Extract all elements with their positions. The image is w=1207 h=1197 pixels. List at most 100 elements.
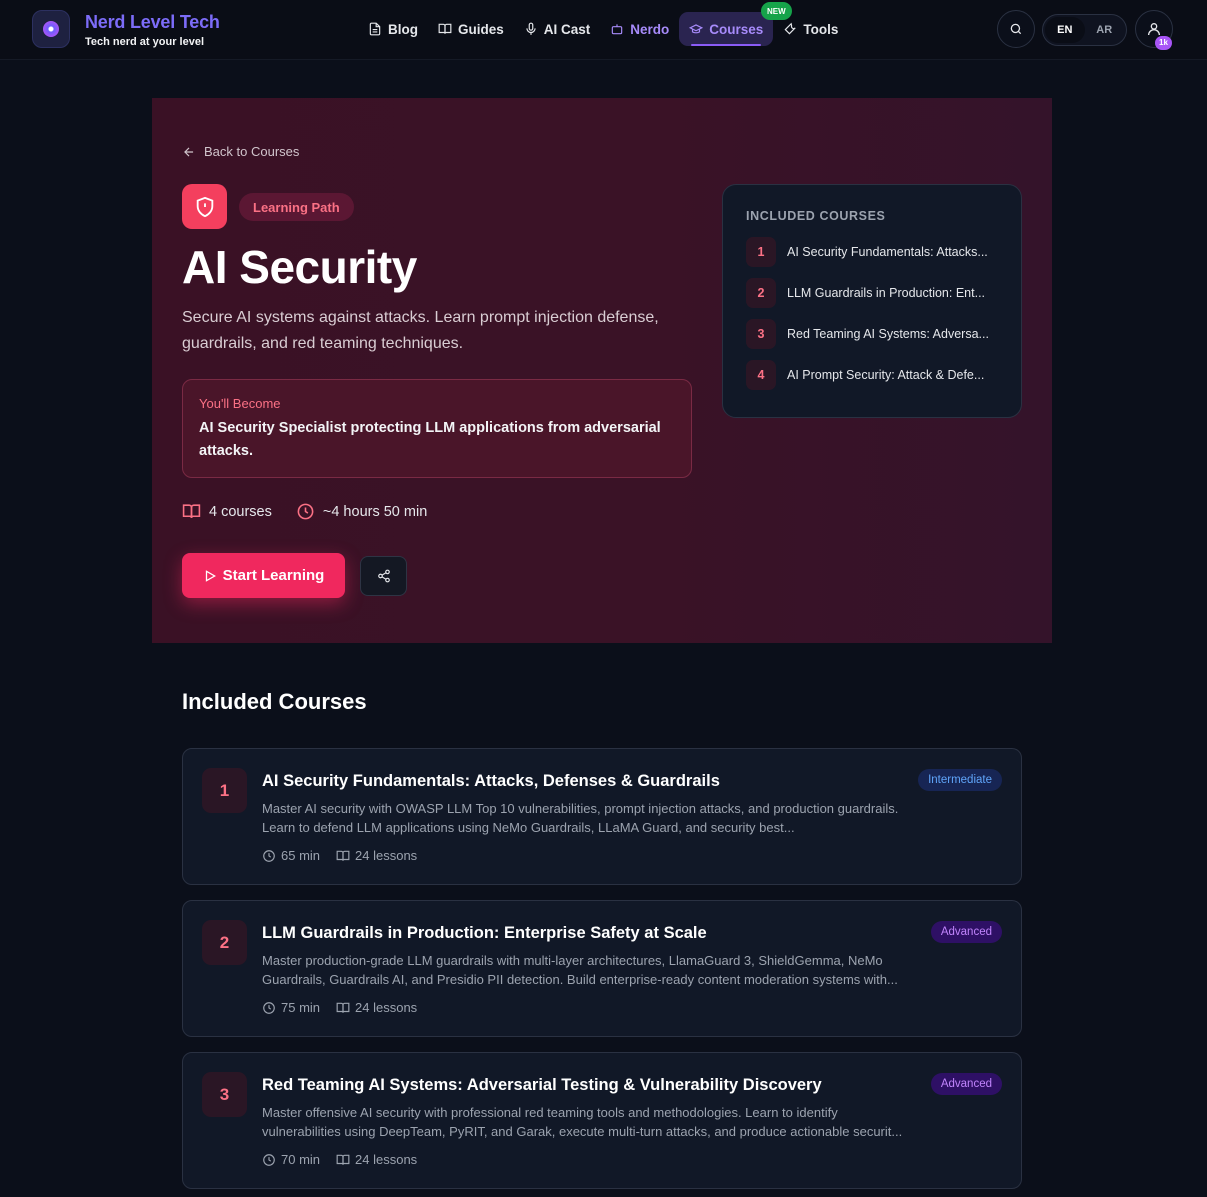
course-title[interactable]: Red Teaming AI Systems: Adversarial Test… xyxy=(262,1076,822,1095)
lang-ar-button[interactable]: AR xyxy=(1085,17,1125,43)
nav-item-guides[interactable]: Guides xyxy=(428,12,514,46)
nav-item-ai-cast[interactable]: AI Cast xyxy=(514,12,601,46)
document-icon xyxy=(369,22,381,36)
active-tab-indicator xyxy=(691,44,762,46)
graduation-cap-icon xyxy=(689,24,704,34)
level-badge: Advanced xyxy=(930,1073,1002,1095)
included-course-item[interactable]: 1 AI Security Fundamentals: Attacks... xyxy=(746,237,998,267)
course-count-text: 4 courses xyxy=(209,503,272,520)
course-number: 4 xyxy=(746,360,776,390)
course-name: AI Prompt Security: Attack & Defe... xyxy=(787,368,985,382)
course-number: 1 xyxy=(202,768,247,813)
book-icon xyxy=(336,1002,350,1013)
course-meta: 75 min 24 lessons xyxy=(262,1000,417,1015)
clock-icon xyxy=(297,503,314,520)
course-duration: 70 min xyxy=(262,1152,320,1167)
level-badge: Advanced xyxy=(930,921,1002,943)
course-card[interactable]: 2 LLM Guardrails in Production: Enterpri… xyxy=(182,900,1022,1037)
youll-become-text: AI Security Specialist protecting LLM ap… xyxy=(199,420,661,459)
search-icon xyxy=(1010,23,1022,35)
start-learning-label: Start Learning xyxy=(222,567,325,584)
share-button[interactable] xyxy=(360,556,407,596)
course-lessons: 24 lessons xyxy=(336,1000,417,1015)
book-icon xyxy=(438,23,452,34)
course-meta: 70 min 24 lessons xyxy=(262,1152,417,1167)
book-icon xyxy=(336,1154,350,1165)
course-count: 4 courses xyxy=(182,502,272,521)
robot-icon xyxy=(612,24,623,35)
course-card[interactable]: 1 AI Security Fundamentals: Attacks, Def… xyxy=(182,748,1022,885)
new-badge: NEW xyxy=(761,2,792,20)
duration-text: ~4 hours 50 min xyxy=(322,503,428,520)
section-title: Included Courses xyxy=(182,689,367,714)
nav-item-label: Guides xyxy=(458,21,504,37)
duration-text: 65 min xyxy=(281,848,321,863)
book-icon xyxy=(336,850,350,861)
included-course-item[interactable]: 4 AI Prompt Security: Attack & Defe... xyxy=(746,360,998,390)
nav-item-blog[interactable]: Blog xyxy=(358,12,428,46)
course-number: 2 xyxy=(746,278,776,308)
course-description: Master AI security with OWASP LLM Top 10… xyxy=(262,801,899,835)
course-name: Red Teaming AI Systems: Adversa... xyxy=(787,327,989,341)
course-number: 1 xyxy=(746,237,776,267)
course-name: LLM Guardrails in Production: Ent... xyxy=(787,286,986,300)
nav-item-label: Courses xyxy=(709,21,764,37)
book-icon xyxy=(182,504,201,518)
course-title[interactable]: AI Security Fundamentals: Attacks, Defen… xyxy=(262,772,720,791)
course-lessons: 24 lessons xyxy=(336,848,417,863)
included-course-item[interactable]: 2 LLM Guardrails in Production: Ent... xyxy=(746,278,998,308)
brand-subtitle: Tech nerd at your level xyxy=(85,36,205,48)
shield-icon xyxy=(182,184,227,229)
learning-path-badge: Learning Path xyxy=(239,193,354,221)
course-number: 3 xyxy=(746,319,776,349)
lang-en-button[interactable]: EN xyxy=(1045,17,1085,43)
total-duration: ~4 hours 50 min xyxy=(296,502,427,521)
course-title[interactable]: LLM Guardrails in Production: Enterprise… xyxy=(262,924,707,943)
nav-item-nerdo[interactable]: Nerdo xyxy=(600,12,679,46)
youll-become-box: You'll Become AI Security Specialist pro… xyxy=(182,379,692,478)
user-level-badge: 1k xyxy=(1155,36,1172,50)
course-meta: 65 min 24 lessons xyxy=(262,848,417,863)
included-course-item[interactable]: 3 Red Teaming AI Systems: Adversa... xyxy=(746,319,998,349)
start-learning-button[interactable]: Start Learning xyxy=(182,553,345,598)
duration-text: 70 min xyxy=(281,1152,321,1167)
course-card[interactable]: 3 Red Teaming AI Systems: Adversarial Te… xyxy=(182,1052,1022,1189)
included-courses-card-title: INCLUDED COURSES xyxy=(746,209,886,223)
course-duration: 75 min xyxy=(262,1000,320,1015)
course-number: 2 xyxy=(202,920,247,965)
clock-icon xyxy=(263,1001,275,1014)
lessons-text: 24 lessons xyxy=(355,848,418,863)
arrow-left-icon xyxy=(184,147,194,156)
clock-icon xyxy=(263,849,275,862)
microphone-icon xyxy=(526,22,536,35)
wrench-icon xyxy=(784,22,796,35)
play-icon xyxy=(205,569,216,582)
course-number: 3 xyxy=(202,1072,247,1117)
course-name: AI Security Fundamentals: Attacks... xyxy=(787,245,988,259)
youll-become-label: You'll Become xyxy=(199,396,281,411)
nav-item-label: Tools xyxy=(803,21,839,37)
back-to-courses-link[interactable]: Back to Courses xyxy=(182,144,299,159)
nav-item-label: Nerdo xyxy=(630,21,670,37)
user-icon xyxy=(1148,23,1160,36)
course-lessons: 24 lessons xyxy=(336,1152,417,1167)
duration-text: 75 min xyxy=(281,1000,321,1015)
lessons-text: 24 lessons xyxy=(355,1152,418,1167)
hero-description: Secure AI systems against attacks. Learn… xyxy=(182,309,659,352)
included-courses-card: INCLUDED COURSES 1 AI Security Fundament… xyxy=(722,184,1022,418)
language-switcher: EN AR xyxy=(1042,14,1127,46)
top-navigation-bar: Nerd Level Tech Tech nerd at your level … xyxy=(0,0,1207,60)
lessons-text: 24 lessons xyxy=(355,1000,418,1015)
nav-item-label: AI Cast xyxy=(543,21,591,37)
course-description: Master offensive AI security with profes… xyxy=(262,1105,903,1139)
hero-meta: 4 courses ~4 hours 50 min xyxy=(182,502,427,521)
search-button[interactable] xyxy=(997,10,1035,48)
brand-title[interactable]: Nerd Level Tech xyxy=(85,12,220,33)
share-icon xyxy=(377,569,390,583)
back-link-label: Back to Courses xyxy=(204,144,300,159)
page-title: AI Security xyxy=(182,241,417,293)
course-duration: 65 min xyxy=(262,848,320,863)
nav-item-courses[interactable]: Courses xyxy=(679,12,774,46)
logo-icon[interactable] xyxy=(32,10,70,48)
clock-icon xyxy=(263,1153,275,1166)
